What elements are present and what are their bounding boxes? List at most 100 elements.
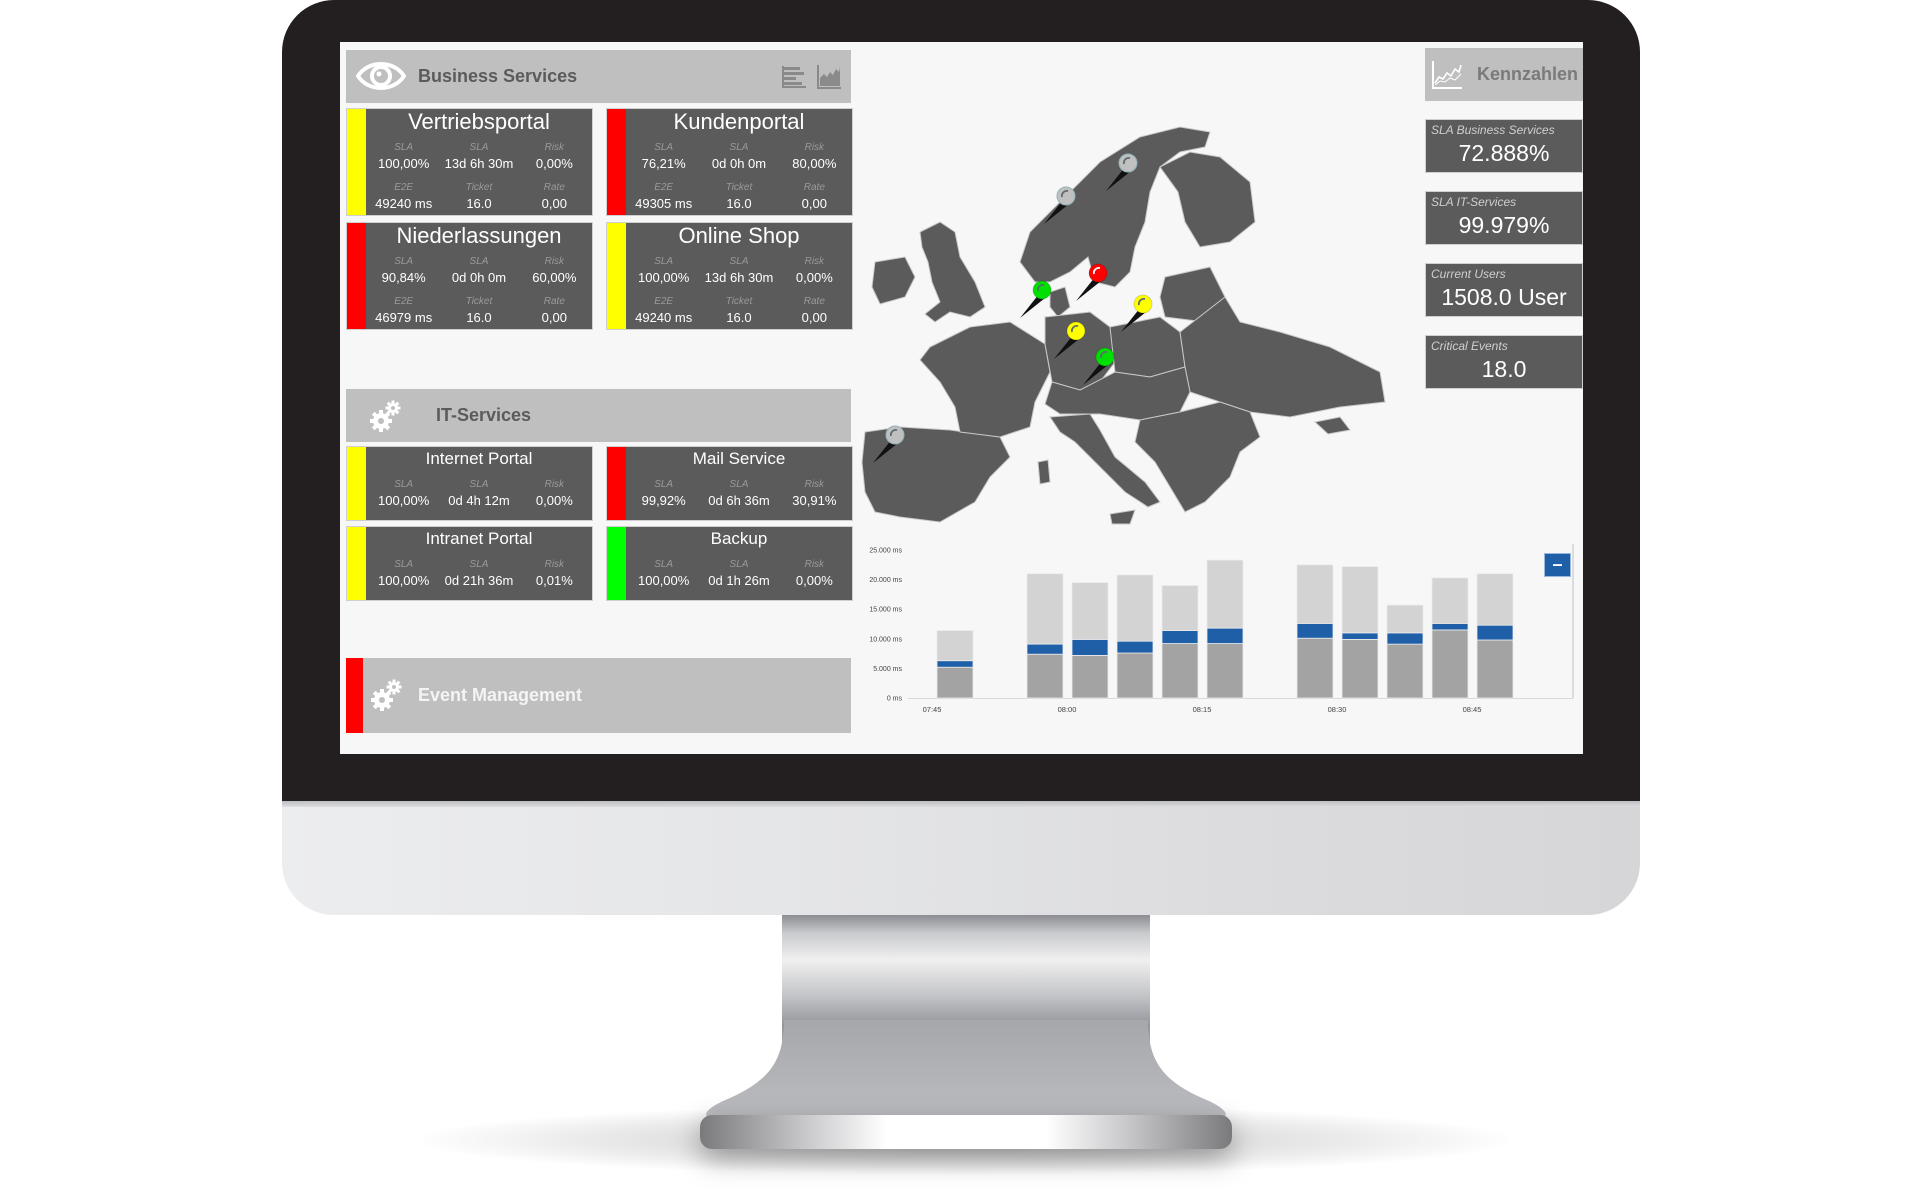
metric: Risk 0,00% [777,256,852,285]
event-management-header[interactable]: Event Management [346,658,851,733]
it-service-card[interactable]: Internet Portal SLA 100,00% SLA 0d 4h 12m Ris… [346,446,593,521]
eye-icon [356,62,406,90]
bar-base-0755[interactable] [1026,653,1064,699]
bar-base-0845[interactable] [1476,639,1514,699]
x-tick-label: 08:45 [1463,705,1482,714]
business-services-header[interactable]: Business Services [346,50,851,103]
bar-top-0805[interactable] [1116,574,1154,642]
bar-middle-0830[interactable] [1341,632,1379,640]
metric: Rate 0,00 [777,296,852,325]
metric: SLA 100,00% [366,142,441,171]
bar-middle-0840[interactable] [1431,623,1469,631]
business-service-card[interactable]: Online Shop SLA 100,00% SLA 13d 6h 30m Risk 0,… [606,222,853,330]
gears-icon [371,679,402,711]
map-pin-ok[interactable] [1020,280,1052,318]
metric-label: Ticket [465,182,493,193]
bar-top-0810[interactable] [1161,585,1199,631]
bar-base-0835[interactable] [1386,643,1424,699]
card-title: Vertriebsportal [408,109,550,134]
bar-middle-0845[interactable] [1476,624,1514,641]
bar-base-0830[interactable] [1341,638,1379,699]
metric-label: SLA [729,256,749,267]
it-service-card[interactable]: Backup SLA 100,00% SLA 0d 1h 26m Risk 0,00% [606,526,853,601]
kpi-tile[interactable]: Critical Events 18.0 [1425,335,1583,389]
bar-top-0835[interactable] [1386,604,1424,634]
bar-top-0800[interactable] [1071,582,1109,640]
it-services-header[interactable]: IT-Services [346,389,851,442]
bar-base-0810[interactable] [1161,643,1199,699]
bar-top-0845[interactable] [1476,573,1514,626]
monitor-chin [282,801,1640,915]
kpi-tile[interactable]: SLA Business Services 72.888% [1425,119,1583,173]
bar-middle-0835[interactable] [1386,632,1424,645]
metric-value: 90,84% [381,270,426,285]
response-time-chart[interactable]: 0 ms 5.000 ms 10.000 ms 15.000 ms 20.000 ms 2… [860,540,1583,754]
bar-top-0830[interactable] [1341,566,1379,634]
bar-middle-0755[interactable] [1026,643,1064,655]
bar-middle-0745[interactable] [936,660,974,668]
metric: Risk 60,00% [517,256,592,285]
bar-middle-0805[interactable] [1116,640,1154,654]
europe-map[interactable] [860,82,1420,542]
business-service-card[interactable]: Niederlassungen SLA 90,84% SLA 0d 0h 0m Risk 6… [346,222,593,330]
metric: SLA 90,84% [366,256,441,285]
card-title: Niederlassungen [396,223,562,248]
pin-head [1095,347,1115,367]
bar-top-0755[interactable] [1026,573,1064,645]
bar-base-0805[interactable] [1116,652,1154,699]
it-service-card[interactable]: Intranet Portal SLA 100,00% SLA 0d 21h 36m Ri… [346,526,593,601]
kennzahlen-header[interactable]: Kennzahlen [1425,48,1583,101]
map-region-sicily [1109,509,1136,525]
chart-collapse-button[interactable]: – [1544,553,1571,577]
bar-base-0825[interactable] [1296,637,1334,699]
kpi-tile[interactable]: SLA IT-Services 99.979% [1425,191,1583,245]
metric-label: Ticket [465,296,493,307]
map-region-france [919,321,1051,438]
business-services-title: Business Services [418,66,578,86]
area-chart-icon[interactable] [816,64,842,90]
dashboard-screen: Business Services Vertriebsportal SLA 100,… [340,42,1583,754]
metric-label: E2E [654,182,674,193]
metric-label: Risk [804,559,825,570]
status-indicator [347,447,366,520]
metric: Rate 0,00 [517,182,592,211]
metric-label: SLA [394,142,414,153]
monitor-stand-foot [706,1020,1226,1120]
metric-label: SLA [394,256,414,267]
bar-list-icon[interactable] [781,65,807,89]
event-management-status-bar [346,658,363,733]
business-service-card[interactable]: Vertriebsportal SLA 100,00% SLA 13d 6h 30m Ri… [346,108,593,216]
metric: E2E 49240 ms [366,182,441,211]
bar-middle-0810[interactable] [1161,630,1199,644]
bar-base-0840[interactable] [1431,629,1469,699]
metric-value: 0,00% [535,493,573,508]
metric-label: Rate [543,182,565,193]
kennzahlen-title: Kennzahlen [1477,64,1579,84]
metric: SLA 0d 4h 12m [441,479,516,508]
metric-value: 0,00 [801,310,827,325]
bar-middle-0800[interactable] [1071,638,1109,656]
metric: Ticket 16.0 [441,182,516,211]
bar-top-0745[interactable] [936,630,974,662]
it-service-card[interactable]: Mail Service SLA 99,92% SLA 0d 6h 36m Risk 30,… [606,446,853,521]
bar-middle-0825[interactable] [1296,623,1334,639]
bar-top-0815[interactable] [1206,559,1244,629]
kpi-tile[interactable]: Current Users 1508.0 User [1425,263,1583,317]
bar-base-0815[interactable] [1206,643,1244,699]
status-indicator [347,109,366,215]
metric-label: SLA [654,559,674,570]
bar-base-0800[interactable] [1071,654,1109,699]
metric-value: 0,01% [535,573,573,588]
metric-value: 0d 0h 0m [711,156,767,171]
business-service-card[interactable]: Kundenportal SLA 76,21% SLA 0d 0h 0m Risk 80,0… [606,108,853,216]
bar-middle-0815[interactable] [1206,627,1244,644]
metric-label: SLA [654,479,674,490]
bar-top-0825[interactable] [1296,564,1334,624]
metric-label: SLA [469,142,489,153]
bar-base-0745[interactable] [936,666,974,699]
y-tick-label: 20.000 ms [869,577,902,584]
y-tick-label: 5.000 ms [873,666,902,673]
bar-top-0840[interactable] [1431,577,1469,624]
status-indicator [607,447,626,520]
metric-label: SLA [394,559,414,570]
